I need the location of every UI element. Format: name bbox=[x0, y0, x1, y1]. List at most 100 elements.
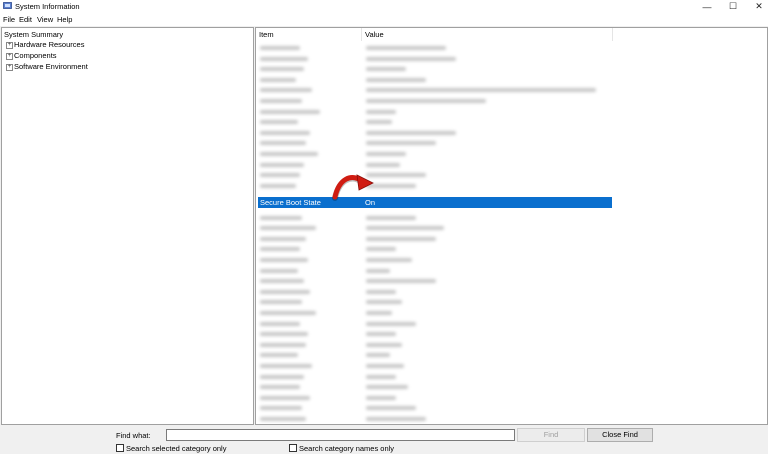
blurred-cell bbox=[260, 353, 298, 358]
blurred-cell bbox=[260, 120, 298, 125]
blurred-cell bbox=[260, 364, 312, 368]
blurred-cell bbox=[366, 374, 396, 379]
blurred-cell bbox=[260, 236, 306, 241]
table-row-selected[interactable]: Secure Boot State On bbox=[258, 197, 612, 208]
column-divider[interactable] bbox=[612, 28, 613, 41]
blurred-cell bbox=[260, 88, 312, 93]
blurred-cell bbox=[260, 300, 302, 305]
blurred-cell bbox=[366, 364, 404, 368]
blurred-cell bbox=[260, 226, 316, 231]
blurred-cell bbox=[366, 300, 402, 305]
title-bar: System Information — ☐ ✕ bbox=[0, 0, 768, 13]
checkbox-box[interactable] bbox=[289, 444, 297, 452]
column-divider[interactable] bbox=[361, 28, 362, 41]
tree-item-system-summary[interactable]: System Summary bbox=[4, 30, 63, 39]
blurred-cell bbox=[260, 247, 300, 252]
blurred-cell bbox=[260, 279, 304, 284]
find-what-label: Find what: bbox=[116, 431, 151, 440]
blurred-cell bbox=[366, 279, 436, 284]
column-header-value[interactable]: Value bbox=[365, 28, 384, 41]
tree-item-components[interactable]: Components bbox=[14, 51, 57, 60]
blurred-cell bbox=[260, 77, 296, 82]
arrow-annotation-icon bbox=[332, 174, 374, 201]
column-header-item[interactable]: Item bbox=[259, 28, 274, 41]
close-button[interactable]: ✕ bbox=[746, 0, 768, 13]
blurred-cell bbox=[260, 258, 308, 262]
blurred-cell bbox=[366, 141, 436, 146]
menu-file[interactable]: File bbox=[3, 15, 15, 24]
blurred-cell bbox=[366, 162, 400, 167]
menu-edit[interactable]: Edit bbox=[19, 15, 32, 24]
blurred-cell bbox=[366, 67, 406, 72]
expand-icon[interactable]: + bbox=[6, 42, 13, 49]
blurred-cell bbox=[366, 226, 444, 231]
blurred-cell bbox=[260, 268, 298, 273]
blurred-cell bbox=[366, 236, 436, 241]
blurred-cell bbox=[260, 183, 296, 188]
blurred-cell bbox=[366, 321, 416, 326]
find-what-input[interactable] bbox=[166, 429, 515, 441]
blurred-cell bbox=[260, 321, 300, 326]
blurred-cell bbox=[260, 56, 308, 61]
menu-view[interactable]: View bbox=[37, 15, 53, 24]
blurred-cell bbox=[260, 374, 304, 379]
blurred-cell bbox=[260, 289, 310, 294]
blurred-cell bbox=[260, 152, 318, 156]
blurred-cell bbox=[366, 332, 396, 337]
blurred-cell bbox=[366, 342, 402, 347]
minimize-button[interactable]: — bbox=[694, 0, 720, 13]
find-bar: Find what: Find Close Find Search select… bbox=[0, 425, 768, 454]
search-selected-category-label: Search selected category only bbox=[126, 444, 227, 453]
blurred-cell bbox=[260, 162, 304, 167]
blurred-cell bbox=[366, 152, 406, 156]
blurred-cell bbox=[260, 99, 302, 103]
maximize-button[interactable]: ☐ bbox=[720, 0, 746, 13]
find-button[interactable]: Find bbox=[517, 428, 585, 442]
blurred-cell bbox=[366, 46, 446, 50]
blurred-cell bbox=[260, 406, 302, 411]
search-category-names-label: Search category names only bbox=[299, 444, 395, 453]
menu-bar: File Edit View Help bbox=[0, 13, 768, 26]
blurred-cell bbox=[366, 88, 596, 93]
blurred-cell bbox=[260, 67, 304, 72]
blurred-cell bbox=[260, 46, 300, 50]
blurred-cell bbox=[366, 56, 456, 61]
close-find-button[interactable]: Close Find bbox=[587, 428, 653, 442]
search-category-names-checkbox[interactable]: Search category names only bbox=[289, 444, 394, 453]
blurred-cell bbox=[366, 120, 392, 125]
blurred-cell bbox=[260, 173, 300, 178]
expand-icon[interactable]: + bbox=[6, 53, 13, 60]
blurred-cell bbox=[366, 268, 390, 273]
blurred-cell bbox=[366, 311, 392, 315]
blurred-cell bbox=[366, 395, 396, 400]
blurred-cell bbox=[260, 417, 306, 421]
category-tree: System Summary + Hardware Resources + Co… bbox=[1, 27, 254, 425]
blurred-cell bbox=[260, 109, 320, 114]
menu-help[interactable]: Help bbox=[57, 15, 72, 24]
blurred-cell bbox=[260, 332, 308, 337]
system-information-icon bbox=[3, 2, 12, 9]
search-selected-category-checkbox[interactable]: Search selected category only bbox=[116, 444, 226, 453]
tree-item-software-environment[interactable]: Software Environment bbox=[14, 62, 88, 71]
blurred-cell bbox=[366, 247, 396, 252]
tree-item-hardware-resources[interactable]: Hardware Resources bbox=[14, 40, 84, 49]
blurred-cell bbox=[366, 109, 396, 114]
blurred-cell bbox=[366, 353, 390, 358]
blurred-cell bbox=[366, 258, 412, 262]
blurred-cell bbox=[366, 99, 486, 103]
checkbox-box[interactable] bbox=[116, 444, 124, 452]
blurred-cell bbox=[366, 215, 416, 220]
blurred-cell bbox=[366, 77, 426, 82]
blurred-cell bbox=[366, 417, 426, 421]
expand-icon[interactable]: + bbox=[6, 64, 13, 71]
blurred-cell bbox=[260, 130, 310, 135]
blurred-cell bbox=[366, 289, 396, 294]
selected-row-item: Secure Boot State bbox=[260, 198, 321, 207]
blurred-cell bbox=[260, 215, 302, 220]
blurred-rows bbox=[256, 41, 636, 424]
window-title: System Information bbox=[15, 2, 80, 11]
blurred-cell bbox=[366, 385, 408, 390]
blurred-cell bbox=[260, 385, 300, 390]
blurred-cell bbox=[366, 406, 416, 411]
blurred-cell bbox=[366, 130, 456, 135]
